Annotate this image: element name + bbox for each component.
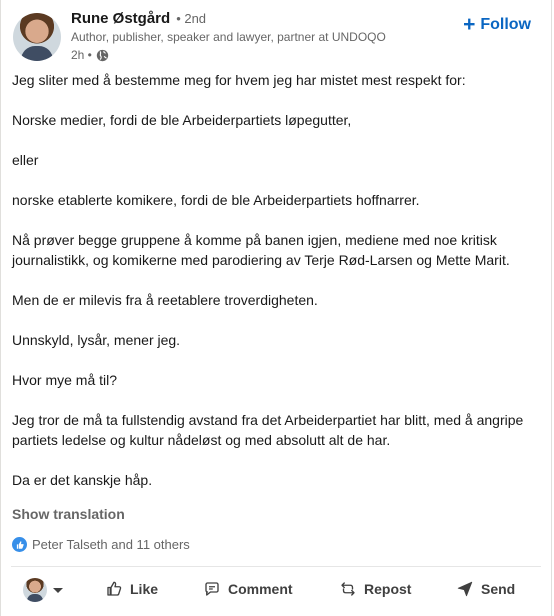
follow-label: Follow (480, 16, 531, 33)
post-paragraph: Norske medier, fordi de ble Arbeiderpart… (12, 112, 352, 128)
author-info: Rune Østgård • 2nd Author, publisher, sp… (71, 10, 386, 62)
repost-icon (341, 582, 355, 596)
author-name[interactable]: Rune Østgård (71, 10, 170, 27)
comment-icon (205, 582, 219, 596)
post-paragraph: Hvor mye må til? (12, 372, 118, 388)
caret-down-icon (53, 587, 63, 593)
follow-button[interactable]: + Follow (463, 13, 531, 36)
globe-icon (96, 49, 109, 61)
post-paragraph: Da er det kanskje håp. (12, 472, 153, 488)
post-header: Rune Østgård • 2nd Author, publisher, sp… (13, 10, 541, 66)
post-meta: 2h • (71, 48, 386, 62)
post-paragraph: Jeg sliter med å bestemme meg for hvem j… (12, 72, 466, 88)
like-button[interactable]: Like (105, 580, 158, 598)
author-headline: Author, publisher, speaker and lawyer, p… (71, 30, 386, 44)
comment-label: Comment (228, 581, 293, 597)
author-avatar[interactable] (13, 13, 61, 61)
send-label: Send (481, 581, 516, 597)
send-icon (457, 581, 473, 597)
comment-button[interactable]: Comment (203, 580, 293, 598)
reaction-identity-selector[interactable] (23, 578, 63, 602)
post-paragraph: eller (12, 152, 39, 168)
post-paragraph: Jeg tror de må ta fullstendig avstand fr… (12, 412, 524, 448)
connection-degree: • 2nd (176, 11, 207, 26)
repost-label: Repost (364, 581, 412, 597)
action-bar: Like Comment Repost Send (1, 570, 551, 614)
repost-button[interactable]: Repost (339, 580, 411, 598)
divider (11, 566, 541, 567)
plus-icon: + (463, 13, 476, 36)
post-paragraph: Unnskyld, lysår, mener jeg. (12, 332, 181, 348)
own-avatar (23, 578, 47, 602)
like-reaction-icon (12, 537, 27, 552)
post-paragraph: norske etablerte komikere, fordi de ble … (12, 192, 420, 208)
send-button[interactable]: Send (456, 580, 515, 598)
like-icon (107, 581, 122, 596)
like-label: Like (130, 581, 159, 597)
post-card: Rune Østgård • 2nd Author, publisher, sp… (0, 0, 552, 616)
post-time: 2h • (71, 48, 92, 62)
show-translation-link[interactable]: Show translation (12, 506, 125, 522)
post-text: Jeg sliter med å bestemme meg for hvem j… (12, 70, 537, 510)
post-paragraph: Nå prøver begge gruppene å komme på bane… (12, 232, 510, 268)
post-paragraph: Men de er milevis fra å reetablere trove… (12, 292, 318, 308)
reactions-text: Peter Talseth and 11 others (32, 537, 190, 552)
reactions-summary[interactable]: Peter Talseth and 11 others (12, 537, 190, 552)
